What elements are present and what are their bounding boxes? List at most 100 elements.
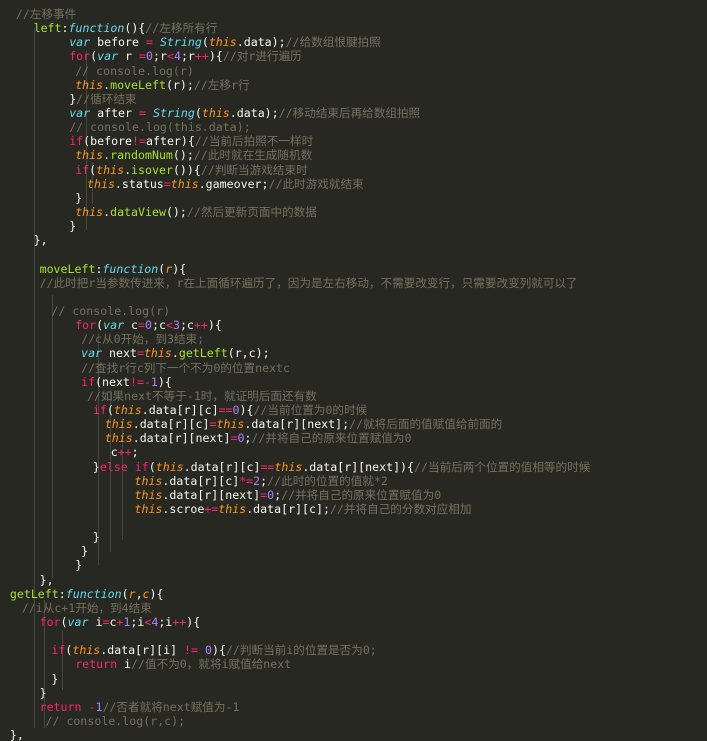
code-token: before: [90, 35, 146, 50]
code-token: .data[r][i]: [100, 643, 185, 658]
code-token: //左移事件: [15, 7, 77, 21]
code-token: moveLeft: [39, 261, 96, 276]
code-token: function: [65, 586, 122, 601]
code-token: //否者就将next赋值为-1: [102, 699, 240, 714]
code-token: this: [87, 176, 115, 191]
code-token: this: [216, 417, 245, 432]
code-token: =: [139, 49, 147, 64]
code-line: },: [0, 573, 707, 587]
code-token: ){: [172, 261, 187, 276]
code-token: ){: [208, 49, 223, 64]
code-token: for: [75, 318, 97, 333]
code-token: (next: [95, 374, 130, 389]
code-token: this: [72, 643, 101, 658]
code-line: },: [0, 728, 707, 741]
code-token: if: [69, 134, 84, 149]
code-token: =: [138, 318, 146, 333]
code-token: },: [9, 728, 24, 741]
code-token: ){: [186, 615, 201, 630]
code-token: ;i: [158, 615, 173, 630]
code-line: this.status=this.gameover;//此时游戏就结束: [0, 177, 707, 191]
code-token: ==: [218, 402, 233, 417]
code-line: for(var r =0;r<4;r++){//对r进行遍历: [0, 49, 707, 63]
code-line: //如果next不等于-1时，就证明后面还有数: [0, 389, 707, 403]
code-token: (r);: [165, 77, 194, 92]
code-token: //判断当游戏结束时: [200, 162, 308, 177]
code-token: 0: [145, 318, 153, 333]
code-token: ++: [193, 318, 208, 333]
code-token: }: [92, 530, 100, 545]
code-token: //并将自己的原来位置赋值为0: [281, 487, 442, 502]
code-token: .data);: [236, 35, 286, 50]
code-token: i: [88, 615, 103, 630]
code-line: c++;: [0, 445, 707, 459]
code-token: //当前后拍照不一样时: [194, 134, 314, 149]
code-token: (: [60, 615, 68, 630]
code-token: //值不为0，就将i赋值给next: [131, 657, 292, 672]
code-token: var: [103, 318, 125, 333]
code-line: }else if(this.data[r][c]==this.data[r][n…: [0, 460, 707, 474]
code-token: ;r: [153, 49, 167, 64]
code-token: return: [75, 657, 118, 672]
code-token: getLeft: [9, 586, 59, 601]
code-token: ();: [165, 204, 187, 219]
code-token: String: [159, 35, 202, 50]
code-editor[interactable]: //左移事件 left:function(){//左移所有行 var before …: [0, 0, 707, 741]
code-token: ;: [131, 445, 139, 460]
code-token: !=-: [129, 374, 151, 389]
code-line: // console.log(r,c);: [0, 714, 707, 728]
code-token: =: [145, 35, 153, 50]
code-line: // console.log(r): [0, 64, 707, 78]
code-token: }: [75, 558, 83, 573]
code-token: }: [51, 671, 59, 686]
code-token: .data[r][c];: [246, 501, 330, 516]
code-token: //此时就在生成随机数: [193, 148, 313, 163]
code-token: else: [99, 459, 128, 474]
code-token: if: [134, 459, 149, 474]
code-token: ){: [239, 402, 254, 417]
code-token: this: [134, 487, 163, 502]
code-token: .status: [114, 176, 164, 191]
code-token: .data[r][c]: [162, 473, 240, 488]
code-token: //并将自己的分数对应相加: [329, 501, 472, 516]
code-token: var: [69, 35, 91, 50]
code-token: isover: [131, 162, 173, 177]
code-token: 0: [232, 402, 240, 417]
code-line: //左移事件: [0, 7, 707, 21]
code-token: :: [61, 21, 69, 36]
code-token: c: [142, 586, 150, 601]
code-token: .scroe: [162, 501, 205, 516]
code-token: *=: [239, 473, 254, 488]
code-token: left: [33, 21, 62, 36]
code-token: }: [92, 459, 100, 474]
code-line: // console.log(this.data);: [0, 120, 707, 134]
code-token: ;r: [180, 49, 195, 64]
code-token: ()){: [172, 162, 201, 177]
code-token: ==: [260, 459, 275, 474]
code-token: ){: [207, 318, 222, 333]
code-line: //此时把r当参数传进来，r在上面循环遍历了，因为是左右移动，不需要改变行，只需…: [0, 276, 707, 290]
code-token: .: [171, 346, 179, 361]
code-token: var: [97, 49, 119, 64]
code-token: i: [117, 657, 132, 672]
code-line: if(this.isover()){//判断当游戏结束时: [0, 163, 707, 177]
code-token: //然后更新页面中的数据: [186, 204, 317, 219]
code-token: (before: [83, 134, 133, 149]
code-line: this.data[r][c]*=2;//此时的位置的值就*2: [0, 474, 707, 488]
code-token: next: [102, 346, 137, 361]
code-token: }: [75, 190, 83, 205]
code-token: ++: [194, 49, 209, 64]
code-token: if: [92, 402, 107, 417]
code-line: }: [0, 191, 707, 205]
code-token: (: [194, 105, 202, 120]
code-line: for(var c=0;c<3;c++){: [0, 318, 707, 332]
code-token: .data[r][next]: [162, 487, 261, 502]
code-line: moveLeft:function(r){: [0, 262, 707, 276]
code-token: ){: [149, 586, 164, 601]
code-line: for(var i=c+1;i<4;i++){: [0, 615, 707, 629]
code-line: this.randomNum();//此时就在生成随机数: [0, 148, 707, 162]
code-token: (r,c);: [227, 346, 270, 361]
